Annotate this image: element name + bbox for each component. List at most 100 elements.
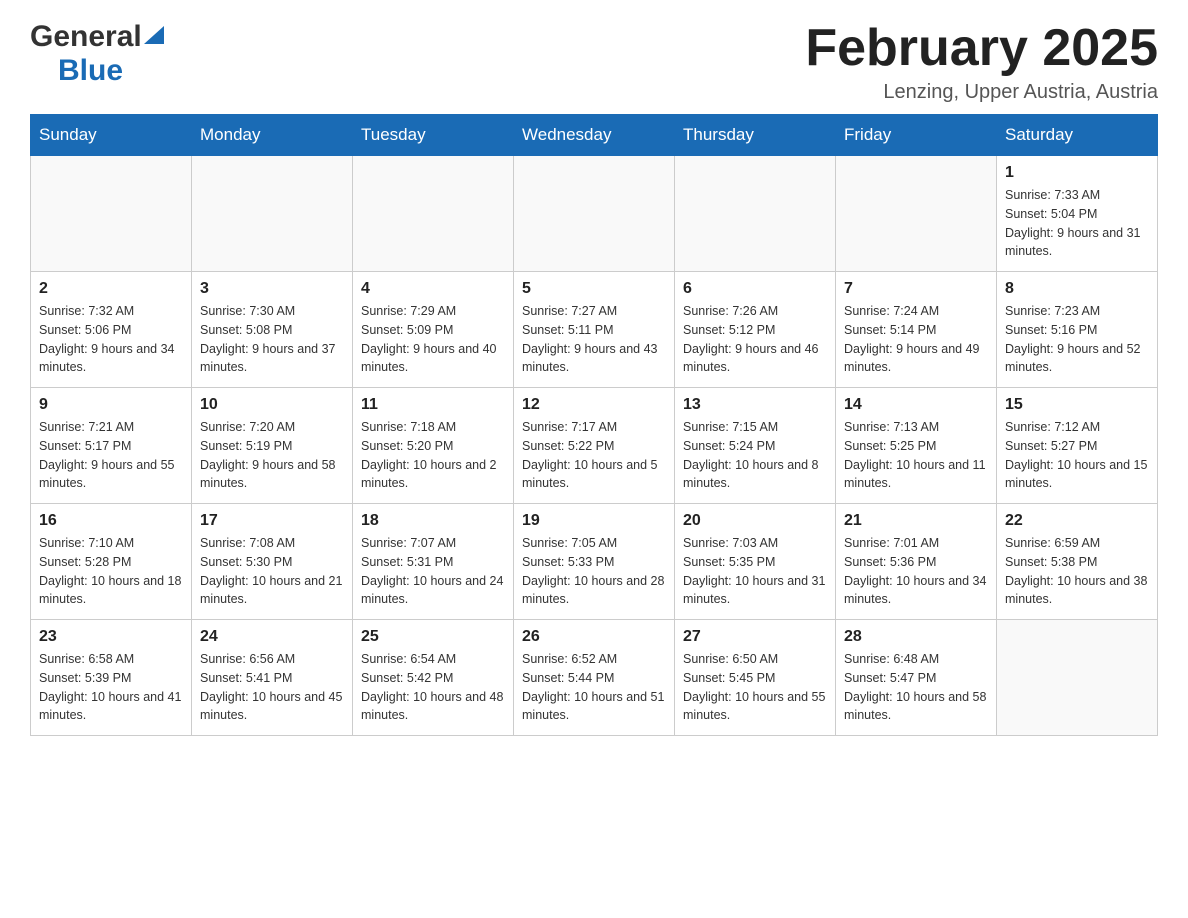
weekday-header-sunday: Sunday [31, 115, 192, 156]
logo: General Blue [30, 20, 164, 88]
day-number: 16 [39, 512, 183, 530]
day-info: Sunrise: 7:01 AM Sunset: 5:36 PM Dayligh… [844, 534, 988, 609]
day-number: 6 [683, 280, 827, 298]
calendar-day-cell: 13 Sunrise: 7:15 AM Sunset: 5:24 PM Dayli… [675, 388, 836, 504]
weekday-header-friday: Friday [836, 115, 997, 156]
calendar-day-cell: 25 Sunrise: 6:54 AM Sunset: 5:42 PM Dayli… [353, 620, 514, 736]
day-number: 3 [200, 280, 344, 298]
calendar-day-cell: 22Sunrise: 6:59 AM Sunset: 5:38 PM Dayli… [997, 504, 1158, 620]
calendar-day-cell [514, 156, 675, 272]
calendar-day-cell: 7 Sunrise: 7:24 AM Sunset: 5:14 PM Daylig… [836, 272, 997, 388]
calendar-day-cell: 23Sunrise: 6:58 AM Sunset: 5:39 PM Dayli… [31, 620, 192, 736]
day-info: Sunrise: 7:29 AM Sunset: 5:09 PM Dayligh… [361, 302, 505, 377]
calendar-day-cell [997, 620, 1158, 736]
day-number: 19 [522, 512, 666, 530]
day-number: 2 [39, 280, 183, 298]
day-info: Sunrise: 7:12 AM Sunset: 5:27 PM Dayligh… [1005, 418, 1149, 493]
day-info: Sunrise: 7:26 AM Sunset: 5:12 PM Dayligh… [683, 302, 827, 377]
day-number: 24 [200, 628, 344, 646]
page-header: General Blue February 2025 Lenzing, Uppe… [30, 20, 1158, 104]
day-info: Sunrise: 7:15 AM Sunset: 5:24 PM Dayligh… [683, 418, 827, 493]
day-number: 28 [844, 628, 988, 646]
calendar-day-cell: 18 Sunrise: 7:07 AM Sunset: 5:31 PM Dayli… [353, 504, 514, 620]
calendar-day-cell: 15 Sunrise: 7:12 AM Sunset: 5:27 PM Dayli… [997, 388, 1158, 504]
day-info: Sunrise: 6:54 AM Sunset: 5:42 PM Dayligh… [361, 650, 505, 725]
calendar-day-cell: 11 Sunrise: 7:18 AM Sunset: 5:20 PM Dayli… [353, 388, 514, 504]
calendar-day-cell: 20 Sunrise: 7:03 AM Sunset: 5:35 PM Dayli… [675, 504, 836, 620]
day-info: Sunrise: 6:48 AM Sunset: 5:47 PM Dayligh… [844, 650, 988, 725]
location-title: Lenzing, Upper Austria, Austria [805, 81, 1158, 104]
day-info: Sunrise: 7:30 AM Sunset: 5:08 PM Dayligh… [200, 302, 344, 377]
day-number: 11 [361, 396, 505, 414]
day-info: Sunrise: 7:33 AM Sunset: 5:04 PM Dayligh… [1005, 186, 1149, 261]
day-info: Sunrise: 7:07 AM Sunset: 5:31 PM Dayligh… [361, 534, 505, 609]
calendar-day-cell: 26Sunrise: 6:52 AM Sunset: 5:44 PM Dayli… [514, 620, 675, 736]
calendar-day-cell: 19 Sunrise: 7:05 AM Sunset: 5:33 PM Dayli… [514, 504, 675, 620]
day-info: Sunrise: 6:58 AM Sunset: 5:39 PM Dayligh… [39, 650, 183, 725]
day-number: 18 [361, 512, 505, 530]
day-info: Sunrise: 7:18 AM Sunset: 5:20 PM Dayligh… [361, 418, 505, 493]
logo-general-text: General [30, 20, 142, 54]
day-number: 14 [844, 396, 988, 414]
calendar-day-cell: 2Sunrise: 7:32 AM Sunset: 5:06 PM Daylig… [31, 272, 192, 388]
calendar-week-row: 9 Sunrise: 7:21 AM Sunset: 5:17 PM Daylig… [31, 388, 1158, 504]
calendar-day-cell: 27 Sunrise: 6:50 AM Sunset: 5:45 PM Dayli… [675, 620, 836, 736]
calendar-day-cell: 8 Sunrise: 7:23 AM Sunset: 5:16 PM Daylig… [997, 272, 1158, 388]
day-info: Sunrise: 6:50 AM Sunset: 5:45 PM Dayligh… [683, 650, 827, 725]
day-info: Sunrise: 7:17 AM Sunset: 5:22 PM Dayligh… [522, 418, 666, 493]
weekday-header-wednesday: Wednesday [514, 115, 675, 156]
day-info: Sunrise: 7:13 AM Sunset: 5:25 PM Dayligh… [844, 418, 988, 493]
day-info: Sunrise: 7:24 AM Sunset: 5:14 PM Dayligh… [844, 302, 988, 377]
calendar-day-cell: 14 Sunrise: 7:13 AM Sunset: 5:25 PM Dayli… [836, 388, 997, 504]
calendar-day-cell: 21 Sunrise: 7:01 AM Sunset: 5:36 PM Dayli… [836, 504, 997, 620]
calendar-day-cell: 10 Sunrise: 7:20 AM Sunset: 5:19 PM Dayli… [192, 388, 353, 504]
day-info: Sunrise: 6:56 AM Sunset: 5:41 PM Dayligh… [200, 650, 344, 725]
calendar-table: SundayMondayTuesdayWednesdayThursdayFrid… [30, 114, 1158, 736]
calendar-day-cell [192, 156, 353, 272]
day-number: 1 [1005, 164, 1149, 182]
logo-arrow-icon [144, 22, 164, 49]
calendar-day-cell: 3 Sunrise: 7:30 AM Sunset: 5:08 PM Daylig… [192, 272, 353, 388]
day-number: 5 [522, 280, 666, 298]
day-number: 9 [39, 396, 183, 414]
day-number: 15 [1005, 396, 1149, 414]
calendar-day-cell: 16 Sunrise: 7:10 AM Sunset: 5:28 PM Dayli… [31, 504, 192, 620]
day-info: Sunrise: 7:21 AM Sunset: 5:17 PM Dayligh… [39, 418, 183, 493]
day-number: 4 [361, 280, 505, 298]
calendar-day-cell [836, 156, 997, 272]
day-number: 8 [1005, 280, 1149, 298]
calendar-week-row: 2Sunrise: 7:32 AM Sunset: 5:06 PM Daylig… [31, 272, 1158, 388]
day-info: Sunrise: 7:08 AM Sunset: 5:30 PM Dayligh… [200, 534, 344, 609]
logo-blue-text: Blue [58, 54, 123, 87]
day-info: Sunrise: 7:03 AM Sunset: 5:35 PM Dayligh… [683, 534, 827, 609]
weekday-header-tuesday: Tuesday [353, 115, 514, 156]
day-number: 27 [683, 628, 827, 646]
day-number: 10 [200, 396, 344, 414]
calendar-day-cell: 6 Sunrise: 7:26 AM Sunset: 5:12 PM Daylig… [675, 272, 836, 388]
calendar-day-cell: 9 Sunrise: 7:21 AM Sunset: 5:17 PM Daylig… [31, 388, 192, 504]
day-info: Sunrise: 7:10 AM Sunset: 5:28 PM Dayligh… [39, 534, 183, 609]
calendar-day-cell [31, 156, 192, 272]
day-info: Sunrise: 6:52 AM Sunset: 5:44 PM Dayligh… [522, 650, 666, 725]
calendar-day-cell: 1 Sunrise: 7:33 AM Sunset: 5:04 PM Daylig… [997, 156, 1158, 272]
calendar-day-cell: 12 Sunrise: 7:17 AM Sunset: 5:22 PM Dayli… [514, 388, 675, 504]
day-number: 20 [683, 512, 827, 530]
calendar-day-cell: 5 Sunrise: 7:27 AM Sunset: 5:11 PM Daylig… [514, 272, 675, 388]
weekday-header-saturday: Saturday [997, 115, 1158, 156]
calendar-header-row: SundayMondayTuesdayWednesdayThursdayFrid… [31, 115, 1158, 156]
calendar-day-cell: 28 Sunrise: 6:48 AM Sunset: 5:47 PM Dayli… [836, 620, 997, 736]
day-number: 12 [522, 396, 666, 414]
month-title: February 2025 [805, 20, 1158, 77]
title-block: February 2025 Lenzing, Upper Austria, Au… [805, 20, 1158, 104]
day-number: 13 [683, 396, 827, 414]
day-info: Sunrise: 7:05 AM Sunset: 5:33 PM Dayligh… [522, 534, 666, 609]
day-info: Sunrise: 7:23 AM Sunset: 5:16 PM Dayligh… [1005, 302, 1149, 377]
calendar-day-cell: 24 Sunrise: 6:56 AM Sunset: 5:41 PM Dayli… [192, 620, 353, 736]
day-info: Sunrise: 7:27 AM Sunset: 5:11 PM Dayligh… [522, 302, 666, 377]
calendar-day-cell [353, 156, 514, 272]
day-info: Sunrise: 7:20 AM Sunset: 5:19 PM Dayligh… [200, 418, 344, 493]
weekday-header-thursday: Thursday [675, 115, 836, 156]
day-number: 7 [844, 280, 988, 298]
day-number: 21 [844, 512, 988, 530]
day-number: 25 [361, 628, 505, 646]
